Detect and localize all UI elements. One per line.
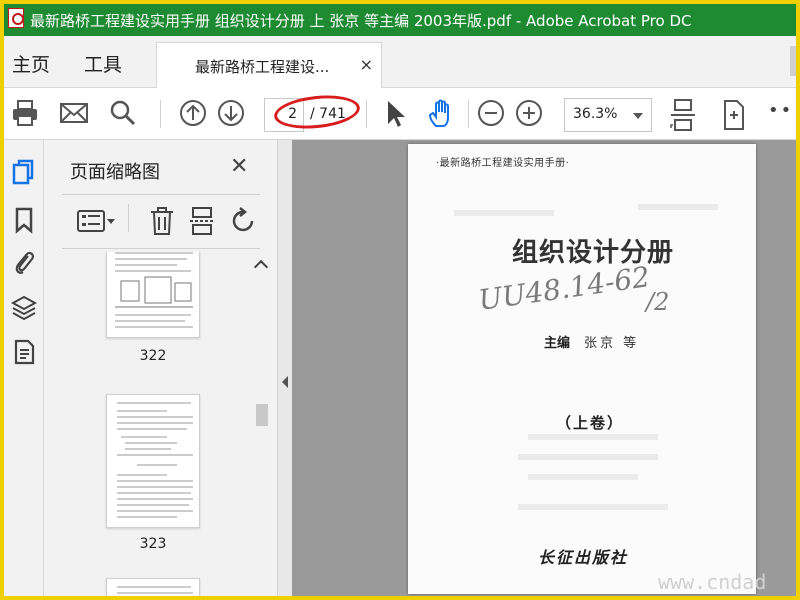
thumbnails-panel-title: 页面缩略图 xyxy=(70,162,160,183)
site-watermark: www.cndad xyxy=(658,570,767,594)
close-icon[interactable]: ✕ xyxy=(230,154,248,179)
thumbnail-scrollbar[interactable] xyxy=(250,252,272,596)
bookmark-icon[interactable] xyxy=(10,206,38,234)
tab-document[interactable]: 最新路桥工程建设... × xyxy=(156,42,382,88)
select-cursor-icon[interactable] xyxy=(382,98,408,130)
tab-document-label: 最新路桥工程建设... xyxy=(195,58,330,76)
volume-label: （上卷） xyxy=(556,414,625,432)
toolbar-separator xyxy=(468,100,469,128)
page-thumbnails-icon[interactable] xyxy=(10,158,38,186)
acrobat-app-icon xyxy=(8,8,24,28)
chevron-down-icon xyxy=(633,113,643,119)
tab-close-button[interactable]: × xyxy=(360,55,373,74)
document-view[interactable]: ·最新路桥工程建设实用手册· 组织设计分册 UU48.14-62 /2 主编 张… xyxy=(292,140,796,596)
search-icon[interactable] xyxy=(108,98,138,128)
thumbnail-page-content xyxy=(117,402,193,518)
tab-scroll-indicator xyxy=(790,46,796,76)
fit-page-icon[interactable] xyxy=(668,98,698,132)
previous-page-icon[interactable] xyxy=(178,98,208,128)
thumbnail-options-icon[interactable] xyxy=(76,206,116,236)
attachment-icon[interactable] xyxy=(10,248,38,276)
toolbar: 2 / 741 36.3% •• xyxy=(4,88,796,140)
page-thumbnail-323[interactable] xyxy=(106,394,200,528)
tab-tools[interactable]: 工具 xyxy=(84,50,122,77)
page-thumbnail-322[interactable] xyxy=(106,252,200,338)
email-icon[interactable] xyxy=(58,98,90,128)
hand-tool-icon[interactable] xyxy=(426,98,458,130)
bleed-through-text xyxy=(528,474,638,480)
thumbnail-page-content xyxy=(117,586,193,594)
book-title: 组织设计分册 xyxy=(512,238,675,268)
window-title: 最新路桥工程建设实用手册 组织设计分册 上 张京 等主编 2003年版.pdf … xyxy=(30,12,692,30)
document-properties-icon[interactable] xyxy=(10,338,38,366)
document-page: ·最新路桥工程建设实用手册· 组织设计分册 UU48.14-62 /2 主编 张… xyxy=(408,144,756,594)
zoom-select[interactable]: 36.3% xyxy=(564,98,652,132)
scrollbar-thumb[interactable] xyxy=(256,404,268,426)
next-page-icon[interactable] xyxy=(216,98,246,128)
zoom-value: 36.3% xyxy=(573,106,618,122)
page-thumbnail-324[interactable] xyxy=(106,578,200,596)
panel-collapse-handle[interactable] xyxy=(278,140,292,596)
thumbnail-page-content xyxy=(115,252,193,328)
bleed-through-text xyxy=(454,210,554,216)
navigation-rail xyxy=(4,140,44,596)
delete-page-icon[interactable] xyxy=(148,206,176,236)
zoom-out-icon[interactable] xyxy=(476,98,506,128)
page-header: ·最新路桥工程建设实用手册· xyxy=(436,158,570,169)
editor-label: 主编 xyxy=(544,336,571,351)
thumbnail-label: 323 xyxy=(139,536,167,552)
toolbar-separator xyxy=(160,100,161,128)
toolbar-separator xyxy=(128,204,129,232)
chevron-left-icon xyxy=(282,376,288,388)
acrobat-window: 最新路桥工程建设实用手册 组织设计分册 上 张京 等主编 2003年版.pdf … xyxy=(4,4,796,596)
tab-home[interactable]: 主页 xyxy=(12,50,50,77)
thumbnail-label: 322 xyxy=(139,348,167,364)
divider xyxy=(62,194,260,195)
handwritten-suffix: /2 xyxy=(646,288,670,316)
tab-bar: 主页 工具 最新路桥工程建设... × xyxy=(4,36,796,88)
title-bar: 最新路桥工程建设实用手册 组织设计分册 上 张京 等主编 2003年版.pdf … xyxy=(4,4,796,36)
rotate-view-icon[interactable] xyxy=(718,98,748,132)
divider xyxy=(62,248,260,249)
thumbnail-list: 322 323 xyxy=(44,252,250,596)
editor-names: 张京 等 xyxy=(584,336,640,351)
rotate-page-icon[interactable] xyxy=(230,206,258,236)
thumbnails-panel: 页面缩略图 ✕ 322 323 xyxy=(44,140,278,596)
print-icon[interactable] xyxy=(10,98,40,128)
bleed-through-text xyxy=(638,204,718,210)
bleed-through-text xyxy=(528,434,658,440)
scroll-up-icon[interactable] xyxy=(253,259,269,275)
publisher-name: 长征出版社 xyxy=(538,548,629,567)
more-tools-button[interactable]: ••• xyxy=(768,100,796,121)
extract-pages-icon[interactable] xyxy=(188,206,216,236)
bleed-through-text xyxy=(518,454,658,460)
bleed-through-text xyxy=(518,504,668,510)
zoom-in-icon[interactable] xyxy=(514,98,544,128)
toolbar-separator xyxy=(366,100,367,128)
layers-icon[interactable] xyxy=(10,294,38,322)
